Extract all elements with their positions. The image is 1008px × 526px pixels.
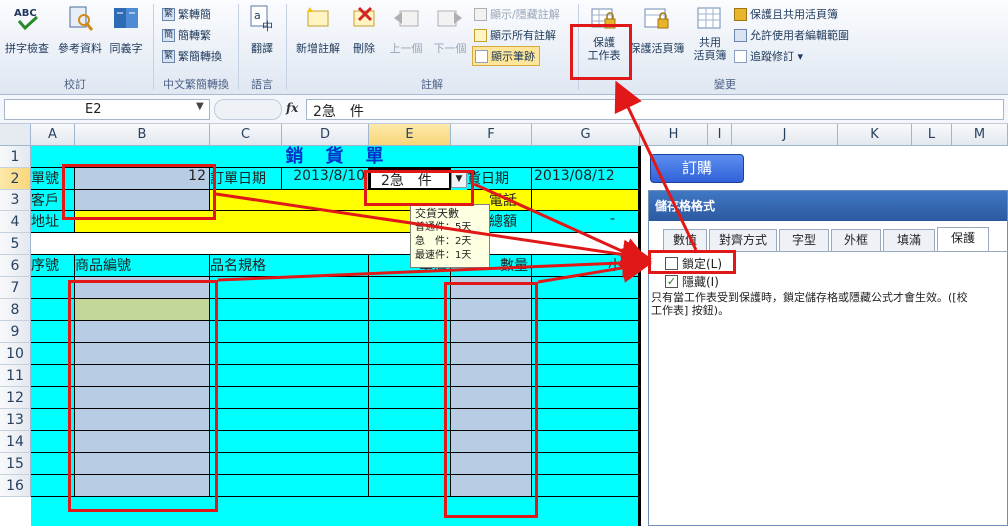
annotation-arrows	[215, 80, 698, 284]
arrow-product-to-locked	[217, 248, 652, 282]
arrow-order-to-locked	[215, 192, 652, 270]
arrow-delivery-to-locked	[473, 182, 652, 266]
arrow-locked-to-protect	[614, 80, 698, 251]
